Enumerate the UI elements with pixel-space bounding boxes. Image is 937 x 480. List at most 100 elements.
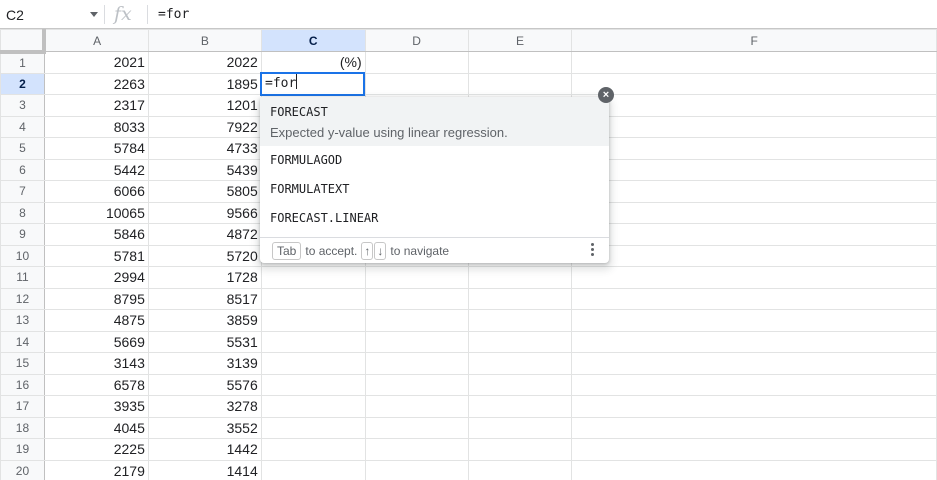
cell-d18[interactable] — [364, 416, 469, 439]
name-box[interactable]: C2 — [0, 0, 104, 29]
cell-a3[interactable]: 2317 — [43, 94, 149, 117]
formula-input[interactable]: =for — [158, 0, 189, 29]
select-all-corner[interactable] — [0, 29, 47, 54]
cell-f5[interactable] — [571, 137, 937, 160]
suggestion-formulatext[interactable]: FORMULATEXT — [260, 175, 609, 204]
cell-f2[interactable] — [571, 72, 937, 95]
cell-a7[interactable]: 6066 — [43, 180, 149, 203]
cell-c12[interactable] — [260, 287, 366, 310]
cell-f9[interactable] — [571, 223, 937, 246]
cell-d1[interactable] — [364, 51, 469, 74]
row-header[interactable]: 16 — [0, 373, 45, 396]
cell-a10[interactable]: 5781 — [43, 244, 149, 267]
cell-b20[interactable]: 1414 — [147, 459, 262, 480]
cell-b10[interactable]: 5720 — [147, 244, 262, 267]
row-header[interactable]: 19 — [0, 438, 45, 461]
cell-b11[interactable]: 1728 — [147, 266, 262, 289]
cell-a13[interactable]: 4875 — [43, 309, 149, 332]
cell-b9[interactable]: 4872 — [147, 223, 262, 246]
cell-d20[interactable] — [364, 459, 469, 480]
cell-f1[interactable] — [571, 51, 937, 74]
cell-d2[interactable] — [364, 72, 469, 95]
cell-b12[interactable]: 8517 — [147, 287, 262, 310]
column-header-c[interactable]: C — [260, 29, 366, 52]
cell-f20[interactable] — [571, 459, 937, 480]
cell-b19[interactable]: 1442 — [147, 438, 262, 461]
cell-e16[interactable] — [467, 373, 573, 396]
cell-a15[interactable]: 3143 — [43, 352, 149, 375]
cell-c17[interactable] — [260, 395, 366, 418]
cell-f10[interactable] — [571, 244, 937, 267]
cell-f12[interactable] — [571, 287, 937, 310]
cell-a20[interactable]: 2179 — [43, 459, 149, 480]
cell-a6[interactable]: 5442 — [43, 158, 149, 181]
cell-c11[interactable] — [260, 266, 366, 289]
cell-a16[interactable]: 6578 — [43, 373, 149, 396]
cell-b8[interactable]: 9566 — [147, 201, 262, 224]
suggestion-forecast[interactable]: FORECAST Expected y-value using linear r… — [260, 97, 609, 146]
column-header-b[interactable]: B — [147, 29, 262, 52]
cell-f7[interactable] — [571, 180, 937, 203]
cell-a11[interactable]: 2994 — [43, 266, 149, 289]
row-header[interactable]: 2 — [0, 72, 45, 95]
cell-a9[interactable]: 5846 — [43, 223, 149, 246]
column-header-a[interactable]: A — [43, 29, 149, 52]
cell-f15[interactable] — [571, 352, 937, 375]
row-header[interactable]: 5 — [0, 137, 45, 160]
column-header-d[interactable]: D — [364, 29, 469, 52]
cell-c15[interactable] — [260, 352, 366, 375]
cell-b7[interactable]: 5805 — [147, 180, 262, 203]
suggestion-formulagod[interactable]: FORMULAGOD — [260, 146, 609, 175]
cell-e17[interactable] — [467, 395, 573, 418]
cell-d17[interactable] — [364, 395, 469, 418]
cell-a17[interactable]: 3935 — [43, 395, 149, 418]
row-header[interactable]: 3 — [0, 94, 45, 117]
cell-f8[interactable] — [571, 201, 937, 224]
cell-e2[interactable] — [467, 72, 573, 95]
cell-e12[interactable] — [467, 287, 573, 310]
cell-a12[interactable]: 8795 — [43, 287, 149, 310]
cell-b1[interactable]: 2022 — [147, 51, 262, 74]
cell-d13[interactable] — [364, 309, 469, 332]
cell-b18[interactable]: 3552 — [147, 416, 262, 439]
row-header[interactable]: 13 — [0, 309, 45, 332]
row-header[interactable]: 18 — [0, 416, 45, 439]
cell-b14[interactable]: 5531 — [147, 330, 262, 353]
cell-f6[interactable] — [571, 158, 937, 181]
cell-f18[interactable] — [571, 416, 937, 439]
cell-d14[interactable] — [364, 330, 469, 353]
cell-b6[interactable]: 5439 — [147, 158, 262, 181]
row-header[interactable]: 12 — [0, 287, 45, 310]
cell-b3[interactable]: 1201 — [147, 94, 262, 117]
cell-f17[interactable] — [571, 395, 937, 418]
cell-c13[interactable] — [260, 309, 366, 332]
row-header[interactable]: 1 — [0, 51, 45, 74]
cell-a4[interactable]: 8033 — [43, 115, 149, 138]
cell-f3[interactable] — [571, 94, 937, 117]
cell-d15[interactable] — [364, 352, 469, 375]
cell-e18[interactable] — [467, 416, 573, 439]
cell-b17[interactable]: 3278 — [147, 395, 262, 418]
cell-f19[interactable] — [571, 438, 937, 461]
more-options-icon[interactable] — [591, 243, 595, 258]
row-header[interactable]: 20 — [0, 459, 45, 480]
cell-a8[interactable]: 10065 — [43, 201, 149, 224]
cell-d19[interactable] — [364, 438, 469, 461]
row-header[interactable]: 9 — [0, 223, 45, 246]
row-header[interactable]: 14 — [0, 330, 45, 353]
row-header[interactable]: 4 — [0, 115, 45, 138]
cell-e14[interactable] — [467, 330, 573, 353]
cell-b16[interactable]: 5576 — [147, 373, 262, 396]
cell-d12[interactable] — [364, 287, 469, 310]
cell-a2[interactable]: 2263 — [43, 72, 149, 95]
cell-c16[interactable] — [260, 373, 366, 396]
chevron-down-icon[interactable] — [90, 12, 98, 17]
cell-a1[interactable]: 2021 — [43, 51, 149, 74]
cell-f11[interactable] — [571, 266, 937, 289]
cell-editor[interactable]: =for — [260, 72, 365, 96]
cell-c18[interactable] — [260, 416, 366, 439]
row-header[interactable]: 8 — [0, 201, 45, 224]
cell-a18[interactable]: 4045 — [43, 416, 149, 439]
cell-b4[interactable]: 7922 — [147, 115, 262, 138]
cell-f4[interactable] — [571, 115, 937, 138]
